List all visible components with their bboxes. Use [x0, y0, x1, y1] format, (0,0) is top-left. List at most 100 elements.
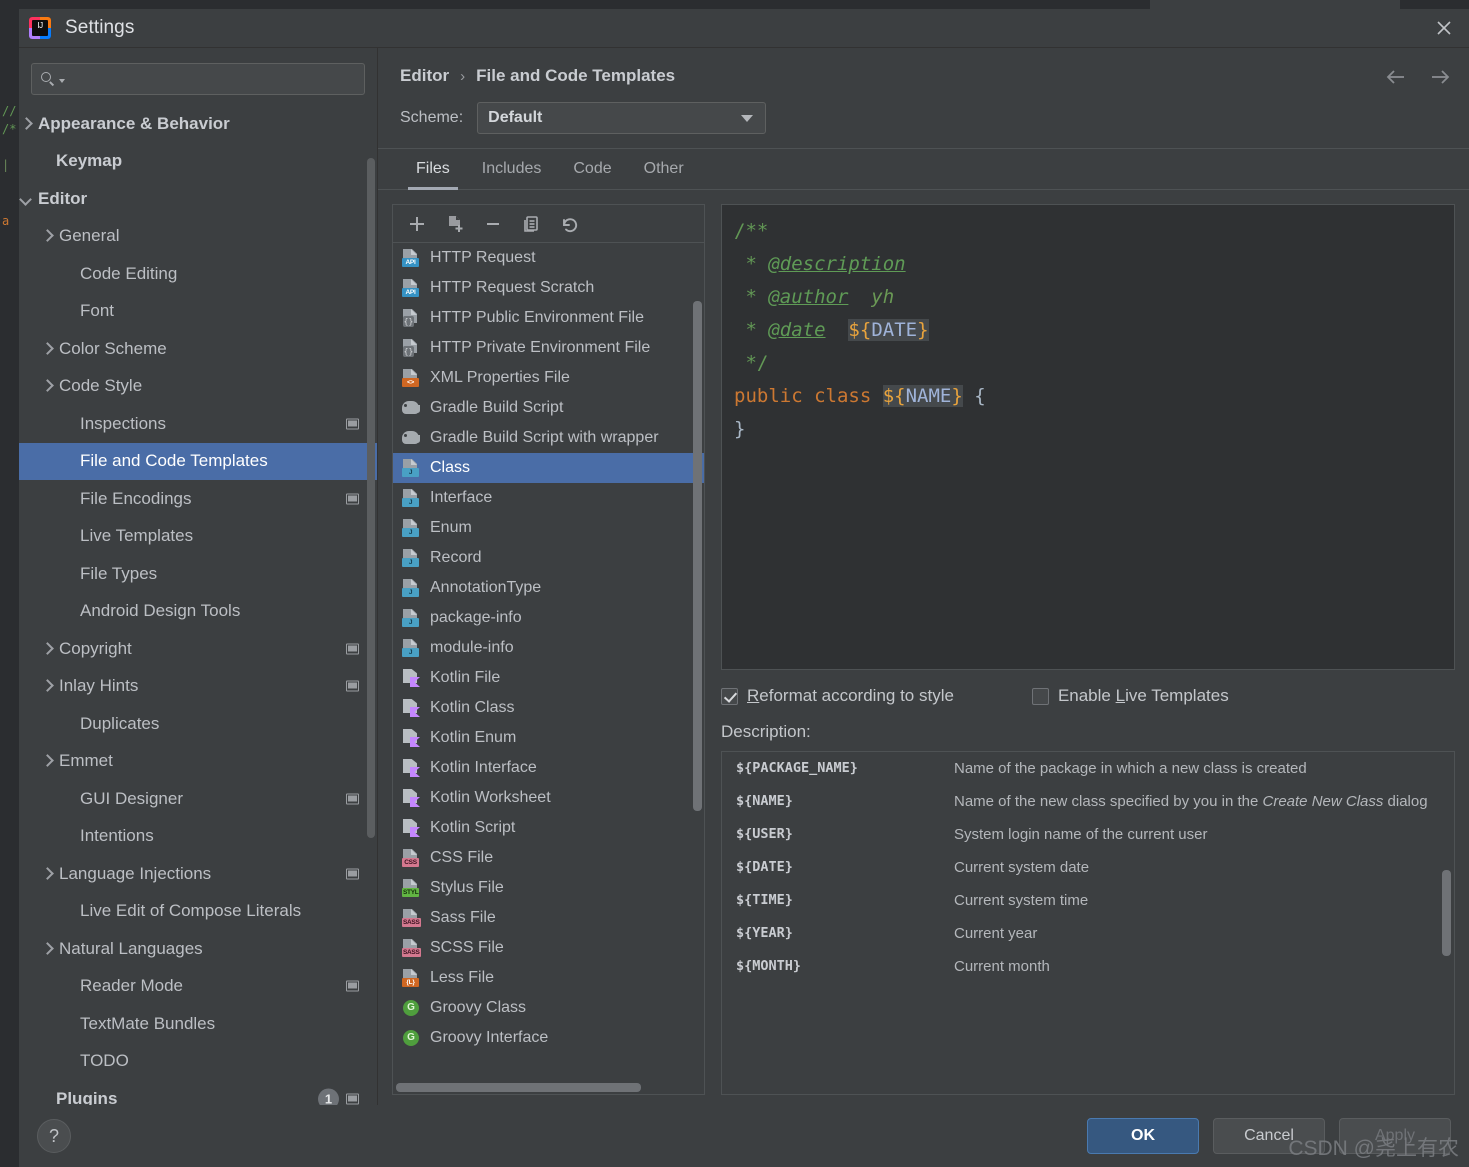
copy-template-button[interactable]: [439, 209, 471, 239]
template-list-item[interactable]: Kotlin Interface: [393, 753, 704, 783]
forward-arrow-icon[interactable]: [1429, 66, 1451, 88]
scheme-select[interactable]: Default: [477, 102, 767, 134]
sidebar-item-keymap[interactable]: Keymap: [19, 143, 377, 181]
chevron-right-icon[interactable]: [19, 117, 33, 131]
close-icon[interactable]: [1429, 13, 1459, 43]
sidebar-item-file-and-code-templates[interactable]: File and Code Templates: [19, 442, 377, 480]
sidebar-item-inspections[interactable]: Inspections: [19, 405, 377, 443]
cancel-button[interactable]: Cancel: [1213, 1118, 1325, 1154]
code-token: *: [734, 319, 769, 341]
sidebar-item-plugins[interactable]: Plugins 1: [19, 1080, 377, 1105]
template-list-item[interactable]: Jpackage-info: [393, 603, 704, 633]
template-list-item[interactable]: API HTTP Request Scratch: [393, 273, 704, 303]
tabs-wrap: Files Includes Code Other: [378, 148, 1469, 190]
sidebar-item-todo[interactable]: TODO: [19, 1043, 377, 1081]
code-token: @author: [768, 286, 849, 308]
sidebar-item-file-encodings[interactable]: File Encodings: [19, 480, 377, 518]
template-list-item[interactable]: <> XML Properties File: [393, 363, 704, 393]
back-arrow-icon[interactable]: [1385, 66, 1407, 88]
sidebar-item-android-design-tools[interactable]: Android Design Tools: [19, 593, 377, 631]
sidebar-item-natural-languages[interactable]: Natural Languages: [19, 930, 377, 968]
template-list-item[interactable]: Kotlin Worksheet: [393, 783, 704, 813]
chevron-right-icon[interactable]: [40, 942, 54, 956]
search-box[interactable]: [31, 63, 365, 95]
sidebar-item-live-templates[interactable]: Live Templates: [19, 518, 377, 556]
chevron-right-icon[interactable]: [40, 754, 54, 768]
template-list-item[interactable]: G Groovy Interface: [393, 1023, 704, 1053]
sidebar-item-general[interactable]: General: [19, 218, 377, 256]
chevron-right-icon[interactable]: [40, 379, 54, 393]
template-list-item[interactable]: SASS Sass File: [393, 903, 704, 933]
template-list-item[interactable]: J Record: [393, 543, 704, 573]
enable-live-templates-checkbox[interactable]: Enable Live Templates: [1031, 686, 1229, 706]
sidebar-item-inlay-hints[interactable]: Inlay Hints: [19, 668, 377, 706]
sidebar-item-code-style[interactable]: Code Style: [19, 368, 377, 406]
template-code-editor[interactable]: /** * @description * @author yh * @date …: [721, 204, 1455, 670]
template-list-item[interactable]: STYL Stylus File: [393, 873, 704, 903]
template-list-item[interactable]: Kotlin Script: [393, 813, 704, 843]
template-list[interactable]: API HTTP Request API HTTP Request Scratch {}…: [393, 243, 704, 1094]
tab-other[interactable]: Other: [628, 149, 700, 189]
sidebar-item-font[interactable]: Font: [19, 293, 377, 331]
chevron-right-icon[interactable]: [40, 342, 54, 356]
sidebar-item-code-editing[interactable]: Code Editing: [19, 255, 377, 293]
template-list-item[interactable]: J AnnotationType: [393, 573, 704, 603]
template-list-item[interactable]: Kotlin File: [393, 663, 704, 693]
sidebar-item-duplicates[interactable]: Duplicates: [19, 705, 377, 743]
template-list-item[interactable]: J Interface: [393, 483, 704, 513]
template-list-item[interactable]: Gradle Build Script: [393, 393, 704, 423]
template-list-item[interactable]: Gradle Build Script with wrapper: [393, 423, 704, 453]
template-list-item[interactable]: CSS CSS File: [393, 843, 704, 873]
template-list-item[interactable]: J Class: [393, 453, 704, 483]
template-list-item[interactable]: G Groovy Class: [393, 993, 704, 1023]
sidebar-item-color-scheme[interactable]: Color Scheme: [19, 330, 377, 368]
chevron-right-icon[interactable]: [40, 679, 54, 693]
chevron-down-icon[interactable]: [59, 79, 65, 83]
template-list-horizontal-scrollbar[interactable]: [396, 1083, 641, 1092]
tab-includes[interactable]: Includes: [466, 149, 558, 189]
add-template-button[interactable]: [401, 209, 433, 239]
template-list-item[interactable]: Kotlin Class: [393, 693, 704, 723]
sidebar-item-file-types[interactable]: File Types: [19, 555, 377, 593]
chevron-right-icon[interactable]: [40, 229, 54, 243]
chevron-right-icon[interactable]: [40, 642, 54, 656]
sidebar-item-appearance-behavior[interactable]: Appearance & Behavior: [19, 105, 377, 143]
search-input[interactable]: [69, 71, 356, 87]
sidebar-item-copyright[interactable]: Copyright: [19, 630, 377, 668]
tab-code[interactable]: Code: [557, 149, 627, 189]
duplicate-template-button[interactable]: [515, 209, 547, 239]
sidebar-item-reader-mode[interactable]: Reader Mode: [19, 968, 377, 1006]
template-list-vertical-scrollbar[interactable]: [693, 301, 702, 811]
breadcrumb-parent[interactable]: Editor: [400, 66, 449, 86]
reset-template-button[interactable]: [553, 209, 585, 239]
template-list-item[interactable]: API HTTP Request: [393, 243, 704, 273]
chevron-down-icon[interactable]: [19, 192, 33, 206]
ok-button[interactable]: OK: [1087, 1118, 1199, 1154]
template-list-item[interactable]: J Enum: [393, 513, 704, 543]
tab-files[interactable]: Files: [400, 149, 466, 190]
sidebar-item-label: Copyright: [59, 638, 132, 658]
sidebar-item-intentions[interactable]: Intentions: [19, 818, 377, 856]
template-list-item[interactable]: Jmodule-info: [393, 633, 704, 663]
sidebar-item-live-edit-of-compose-literals[interactable]: Live Edit of Compose Literals: [19, 893, 377, 931]
apply-button[interactable]: Apply: [1339, 1118, 1451, 1154]
template-list-item[interactable]: Kotlin Enum: [393, 723, 704, 753]
sidebar-item-emmet[interactable]: Emmet: [19, 743, 377, 781]
template-list-item[interactable]: {L} Less File: [393, 963, 704, 993]
template-list-item[interactable]: {} HTTP Private Environment File: [393, 333, 704, 363]
description-scrollbar[interactable]: [1442, 870, 1451, 956]
plugin-update-count-badge: 1: [318, 1088, 339, 1105]
remove-template-button[interactable]: [477, 209, 509, 239]
help-icon[interactable]: ?: [37, 1119, 71, 1153]
sidebar-scrollbar[interactable]: [367, 158, 375, 838]
sidebar-item-language-injections[interactable]: Language Injections: [19, 855, 377, 893]
template-list-item[interactable]: SASS SCSS File: [393, 933, 704, 963]
sidebar-item-gui-designer[interactable]: GUI Designer: [19, 780, 377, 818]
sidebar-item-editor[interactable]: Editor: [19, 180, 377, 218]
chevron-right-icon[interactable]: [40, 867, 54, 881]
template-list-item[interactable]: {} HTTP Public Environment File: [393, 303, 704, 333]
background-toolbar-sliver: [1150, 0, 1400, 9]
reformat-according-to-style-checkbox[interactable]: Reformat according to style: [721, 686, 954, 706]
sidebar-item-textmate-bundles[interactable]: TextMate Bundles: [19, 1005, 377, 1043]
